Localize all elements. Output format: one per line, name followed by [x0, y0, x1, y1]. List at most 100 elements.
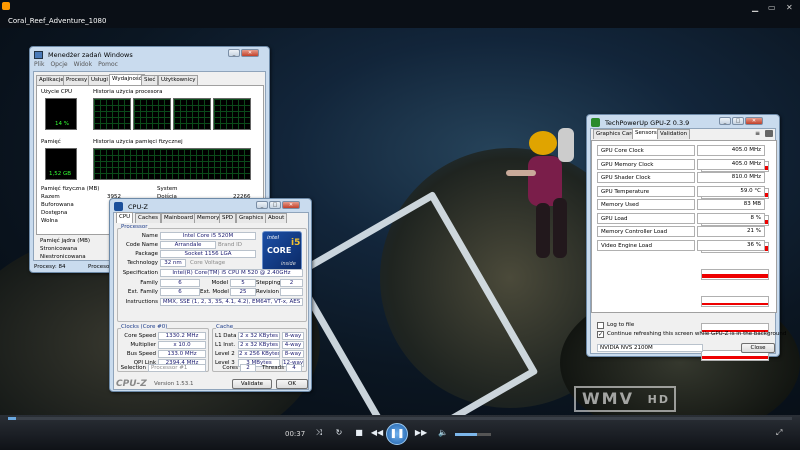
shuffle-icon[interactable]: ⤨ — [312, 428, 326, 438]
corespeed-label: Core Speed — [124, 333, 156, 339]
tab-caches[interactable]: Caches — [135, 213, 161, 223]
close-icon[interactable]: ✕ — [745, 117, 763, 125]
sensor-value: 405.0 MHz — [697, 158, 765, 170]
previous-icon[interactable]: ◀◀ — [370, 428, 384, 437]
stepping-value: 2 — [280, 279, 303, 287]
logo-core: CORE — [267, 246, 292, 255]
menu-widok[interactable]: Widok — [74, 61, 92, 68]
gpuz-app-icon — [591, 118, 600, 127]
cpuz-body: CPU Caches Mainboard Memory SPD Graphics… — [113, 212, 309, 390]
pause-icon: ❚❚ — [389, 429, 405, 439]
sensor-row: GPU Temperature 59.0 °C — [597, 185, 769, 253]
cpuz-window: CPU-Z _ □ ✕ CPU Caches Mainboard Memory SP… — [109, 198, 312, 392]
tab-about[interactable]: About — [265, 213, 288, 223]
close-icon[interactable]: ✕ — [241, 49, 259, 57]
sensor-label: GPU Memory Clock — [597, 158, 695, 170]
log-checkbox[interactable] — [597, 322, 604, 329]
tab-uslugi[interactable]: Usługi — [88, 75, 111, 85]
tab-uzytkownicy[interactable]: Użytkownicy — [158, 75, 199, 85]
gpuz-body: Graphics Card Sensors Validation ≡ GPU C… — [590, 128, 786, 361]
tab-procesy[interactable]: Procesy — [63, 75, 91, 85]
menu-plik[interactable]: Plik — [34, 61, 44, 68]
watermark-text: WMV — [582, 389, 634, 408]
cpu-history-graph-2 — [133, 98, 171, 130]
extmodel-label: Ext. Model — [200, 289, 229, 295]
phys-row-label: Dostępna — [41, 210, 68, 216]
cache-level-label: L1 Data — [215, 333, 237, 339]
repeat-icon[interactable]: ↻ — [332, 428, 346, 437]
menu-pomoc[interactable]: Pomoc — [98, 61, 118, 68]
tab-validation[interactable]: Validation — [657, 129, 691, 139]
device-dropdown[interactable]: NVIDIA NVS 2100M — [597, 344, 703, 352]
sensor-label: Video Engine Load — [597, 239, 695, 251]
logo-intel: intel — [267, 235, 280, 241]
busspeed-label: Bus Speed — [126, 351, 156, 357]
validate-button[interactable]: Validate — [232, 379, 272, 389]
selection-dropdown[interactable]: Processor #1 — [148, 364, 206, 372]
sensor-graph-fill — [702, 274, 768, 278]
family-label: Family — [140, 280, 158, 286]
cpuz-brand: CPU-Z — [116, 379, 147, 389]
maximize-icon[interactable]: □ — [732, 117, 744, 125]
corevoltage-label: Core Voltage — [190, 260, 226, 266]
maximize-icon[interactable]: ▭ — [768, 3, 776, 12]
tab-mainboard[interactable]: Mainboard — [161, 213, 197, 223]
seek-bar[interactable] — [8, 417, 792, 420]
memory-value: 1,52 GB — [49, 171, 72, 177]
cpuz-title: CPU-Z — [128, 203, 149, 211]
cpuz-app-icon — [114, 202, 123, 211]
maximize-icon[interactable]: □ — [269, 201, 281, 209]
close-button[interactable]: Close — [741, 343, 775, 353]
corespeed-value: 1330.2 MHz — [158, 332, 206, 340]
seek-progress — [8, 417, 16, 420]
menu-icon[interactable]: ≡ — [755, 130, 760, 137]
stop-icon[interactable]: ■ — [352, 428, 366, 437]
diver-figure — [506, 128, 574, 258]
cpu-history-graph-1 — [93, 98, 131, 130]
extfamily-value: 6 — [160, 288, 200, 296]
continue-checkbox[interactable]: ✓ — [597, 331, 604, 338]
close-icon[interactable]: ✕ — [786, 3, 793, 12]
sensor-value: 83 MB — [697, 199, 765, 210]
cache-assoc-value: 4-way — [282, 341, 304, 349]
codename-label: Code Name — [125, 242, 158, 248]
sensor-graph-fill — [702, 356, 768, 359]
camera-icon[interactable] — [765, 130, 773, 137]
ok-button[interactable]: OK — [276, 379, 308, 389]
tab-cpu[interactable]: CPU — [116, 212, 134, 223]
next-icon[interactable]: ▶▶ — [414, 428, 428, 437]
tab-graphics[interactable]: Graphics — [236, 213, 267, 223]
minimize-icon[interactable]: _ — [719, 117, 731, 125]
tab-spd[interactable]: SPD — [219, 213, 237, 223]
volume-icon[interactable]: 🔈 — [436, 428, 450, 437]
minimize-icon[interactable]: _ — [256, 201, 268, 209]
cache-assoc-value: 8-way — [282, 350, 304, 358]
sensor-value: 8 % — [697, 212, 765, 224]
gpuz-title: TechPowerUp GPU-Z 0.3.9 — [605, 119, 690, 127]
clocks-group-label: Clocks (Core #0) — [121, 324, 168, 330]
tab-wydajnosc[interactable]: Wydajność — [109, 74, 145, 85]
pause-button[interactable]: ❚❚ — [386, 423, 408, 445]
cpu-history-label: Historia użycia procesora — [93, 89, 163, 95]
sensor-value: 21 % — [697, 226, 765, 237]
kernel-row-label: Stronicowana — [40, 246, 78, 252]
close-icon[interactable]: ✕ — [282, 201, 300, 209]
gpuz-window-buttons: _ □ ✕ — [719, 117, 763, 125]
sensor-label: GPU Core Clock — [597, 145, 695, 156]
minimize-icon[interactable]: _ — [228, 49, 240, 57]
extmodel-value: 25 — [230, 288, 256, 296]
taskmgr-app-icon — [34, 51, 43, 59]
technology-value: 32 nm — [160, 259, 186, 267]
menu-opcje[interactable]: Opcje — [50, 61, 67, 68]
tab-siec[interactable]: Sieć — [141, 75, 159, 85]
fullscreen-icon[interactable]: ⤢ — [776, 428, 782, 438]
sensor-graph — [701, 296, 769, 307]
volume-slider[interactable] — [455, 433, 491, 436]
tab-sensors[interactable]: Sensors — [632, 128, 660, 139]
sensor-row: GPU Load 8 % — [597, 212, 769, 307]
minimize-icon[interactable]: ▁ — [752, 3, 758, 12]
sensor-label: GPU Shader Clock — [597, 172, 695, 183]
busspeed-value: 133.0 MHz — [158, 350, 206, 358]
cache-level-label: L1 Inst. — [215, 342, 236, 348]
phys-row-label: Wolna — [41, 218, 58, 224]
